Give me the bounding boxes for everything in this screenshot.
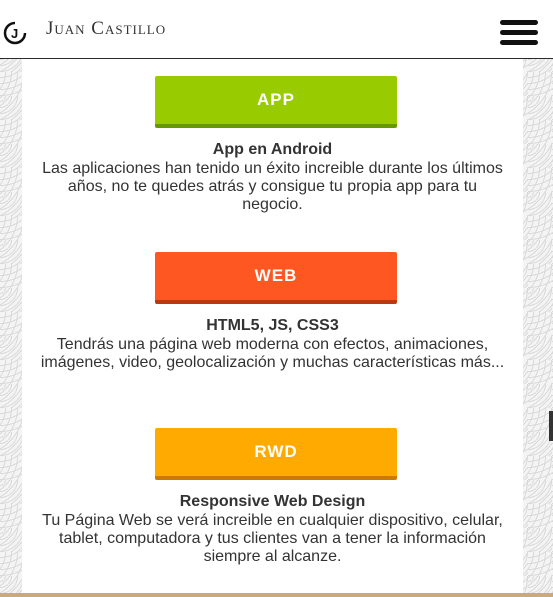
svg-text:J: J	[11, 26, 18, 41]
service-button-rwd[interactable]: RWD	[155, 428, 397, 480]
service-description-rwd: Tu Página Web se verá increible en cualq…	[42, 512, 503, 565]
service-title-app: App en Android	[212, 141, 333, 158]
site-header: J Juan Castillo	[0, 0, 553, 59]
brand-name[interactable]: Juan Castillo	[46, 18, 166, 40]
scrollbar-thumb[interactable]	[549, 411, 553, 441]
service-button-web[interactable]: WEB	[155, 252, 397, 304]
service-title-rwd: Responsive Web Design	[179, 493, 366, 510]
service-title-web: HTML5, JS, CSS3	[206, 317, 339, 334]
footer-divider	[0, 593, 553, 597]
logo-icon[interactable]: J	[3, 21, 27, 45]
services-panel: APP App en Android Las aplicaciones han …	[22, 59, 523, 593]
service-description-web: Tendrás una página web moderna con efect…	[40, 336, 505, 371]
service-button-app[interactable]: APP	[155, 76, 397, 128]
hamburger-menu-icon[interactable]	[500, 18, 538, 48]
service-description-app: Las aplicaciones han tenido un éxito inc…	[42, 160, 503, 213]
